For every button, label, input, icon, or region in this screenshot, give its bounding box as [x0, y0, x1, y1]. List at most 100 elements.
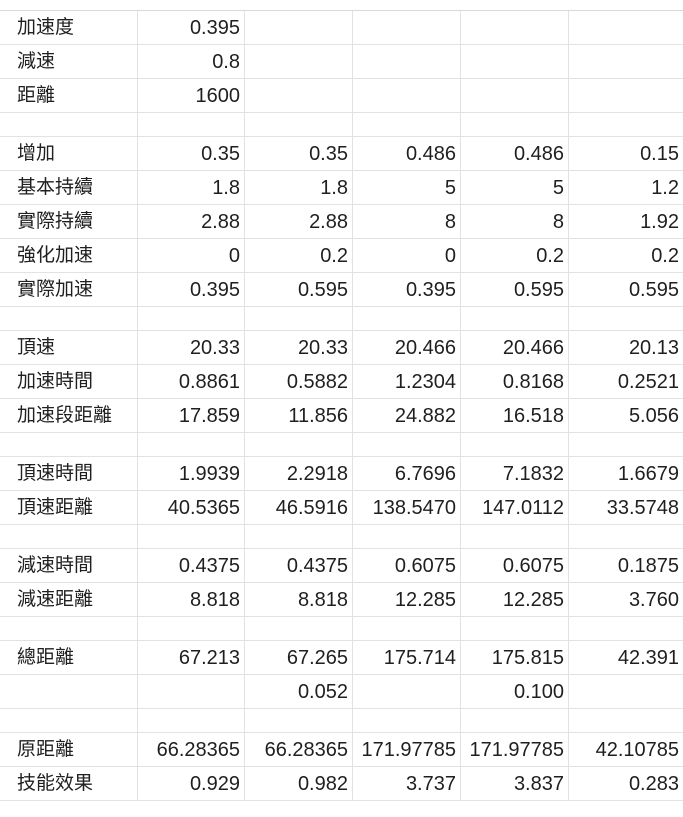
value-cell[interactable]: 0.8168 — [461, 365, 569, 398]
value-cell[interactable] — [461, 11, 569, 44]
value-cell[interactable]: 40.5365 — [138, 491, 245, 524]
value-cell[interactable] — [138, 307, 245, 330]
row-label-cell[interactable] — [0, 525, 138, 548]
value-cell[interactable]: 2.88 — [138, 205, 245, 238]
value-cell[interactable] — [353, 433, 461, 456]
value-cell[interactable]: 0.2 — [461, 239, 569, 272]
value-cell[interactable] — [569, 617, 683, 640]
value-cell[interactable]: 66.28365 — [138, 733, 245, 766]
value-cell[interactable]: 0.486 — [461, 137, 569, 170]
value-cell[interactable]: 138.5470 — [353, 491, 461, 524]
value-cell[interactable] — [353, 45, 461, 78]
value-cell[interactable] — [569, 307, 683, 330]
row-label-cell[interactable]: 技能效果 — [0, 767, 138, 800]
value-cell[interactable]: 5.056 — [569, 399, 683, 432]
value-cell[interactable] — [461, 79, 569, 112]
value-cell[interactable]: 12.285 — [461, 583, 569, 616]
value-cell[interactable]: 20.466 — [461, 331, 569, 364]
row-label-cell[interactable]: 減速 — [0, 45, 138, 78]
value-cell[interactable]: 67.213 — [138, 641, 245, 674]
value-cell[interactable]: 46.5916 — [245, 491, 353, 524]
value-cell[interactable]: 12.285 — [353, 583, 461, 616]
row-label-cell[interactable]: 減速時間 — [0, 549, 138, 582]
value-cell[interactable] — [245, 433, 353, 456]
value-cell[interactable] — [461, 617, 569, 640]
value-cell[interactable] — [569, 113, 683, 136]
value-cell[interactable]: 0 — [353, 239, 461, 272]
value-cell[interactable] — [353, 113, 461, 136]
row-label-cell[interactable]: 頂速距離 — [0, 491, 138, 524]
value-cell[interactable]: 171.97785 — [353, 733, 461, 766]
value-cell[interactable]: 0.8 — [138, 45, 245, 78]
value-cell[interactable]: 5 — [353, 171, 461, 204]
value-cell[interactable]: 0.595 — [461, 273, 569, 306]
value-cell[interactable]: 5 — [461, 171, 569, 204]
value-cell[interactable]: 8 — [353, 205, 461, 238]
value-cell[interactable] — [138, 675, 245, 708]
value-cell[interactable]: 3.837 — [461, 767, 569, 800]
value-cell[interactable]: 3.737 — [353, 767, 461, 800]
row-label-cell[interactable]: 原距離 — [0, 733, 138, 766]
value-cell[interactable]: 0.100 — [461, 675, 569, 708]
row-label-cell[interactable] — [0, 709, 138, 732]
row-label-cell[interactable] — [0, 307, 138, 330]
value-cell[interactable]: 0.2 — [569, 239, 683, 272]
value-cell[interactable]: 0.982 — [245, 767, 353, 800]
value-cell[interactable] — [461, 709, 569, 732]
row-label-cell[interactable]: 加速時間 — [0, 365, 138, 398]
value-cell[interactable] — [245, 45, 353, 78]
value-cell[interactable]: 175.815 — [461, 641, 569, 674]
value-cell[interactable]: 42.391 — [569, 641, 683, 674]
value-cell[interactable]: 1.8 — [138, 171, 245, 204]
value-cell[interactable] — [138, 709, 245, 732]
value-cell[interactable] — [138, 113, 245, 136]
value-cell[interactable]: 42.10785 — [569, 733, 683, 766]
value-cell[interactable]: 17.859 — [138, 399, 245, 432]
row-label-cell[interactable] — [0, 675, 138, 708]
row-label-cell[interactable]: 加速段距離 — [0, 399, 138, 432]
value-cell[interactable] — [138, 525, 245, 548]
value-cell[interactable] — [569, 675, 683, 708]
value-cell[interactable]: 0.486 — [353, 137, 461, 170]
row-label-cell[interactable]: 頂速時間 — [0, 457, 138, 490]
value-cell[interactable] — [569, 11, 683, 44]
value-cell[interactable]: 0.395 — [138, 11, 245, 44]
value-cell[interactable]: 0.052 — [245, 675, 353, 708]
value-cell[interactable]: 20.33 — [245, 331, 353, 364]
value-cell[interactable] — [461, 307, 569, 330]
value-cell[interactable] — [461, 525, 569, 548]
value-cell[interactable]: 16.518 — [461, 399, 569, 432]
value-cell[interactable] — [245, 307, 353, 330]
row-label-cell[interactable]: 實際持續 — [0, 205, 138, 238]
value-cell[interactable]: 0.595 — [569, 273, 683, 306]
value-cell[interactable]: 0.35 — [245, 137, 353, 170]
value-cell[interactable]: 0.35 — [138, 137, 245, 170]
value-cell[interactable] — [569, 45, 683, 78]
value-cell[interactable]: 0.2 — [245, 239, 353, 272]
value-cell[interactable] — [353, 617, 461, 640]
value-cell[interactable]: 0.4375 — [138, 549, 245, 582]
value-cell[interactable]: 0.4375 — [245, 549, 353, 582]
value-cell[interactable]: 6.7696 — [353, 457, 461, 490]
value-cell[interactable]: 175.714 — [353, 641, 461, 674]
value-cell[interactable]: 20.13 — [569, 331, 683, 364]
value-cell[interactable]: 0.5882 — [245, 365, 353, 398]
value-cell[interactable]: 0.395 — [353, 273, 461, 306]
value-cell[interactable] — [245, 113, 353, 136]
value-cell[interactable]: 1.2304 — [353, 365, 461, 398]
value-cell[interactable]: 8.818 — [245, 583, 353, 616]
value-cell[interactable] — [353, 675, 461, 708]
value-cell[interactable] — [245, 79, 353, 112]
value-cell[interactable]: 1.8 — [245, 171, 353, 204]
value-cell[interactable] — [569, 79, 683, 112]
value-cell[interactable] — [353, 11, 461, 44]
value-cell[interactable] — [461, 433, 569, 456]
value-cell[interactable] — [245, 11, 353, 44]
value-cell[interactable]: 0 — [138, 239, 245, 272]
value-cell[interactable]: 8 — [461, 205, 569, 238]
value-cell[interactable] — [353, 307, 461, 330]
row-label-cell[interactable]: 距離 — [0, 79, 138, 112]
value-cell[interactable]: 1.2 — [569, 171, 683, 204]
value-cell[interactable]: 11.856 — [245, 399, 353, 432]
value-cell[interactable]: 67.265 — [245, 641, 353, 674]
